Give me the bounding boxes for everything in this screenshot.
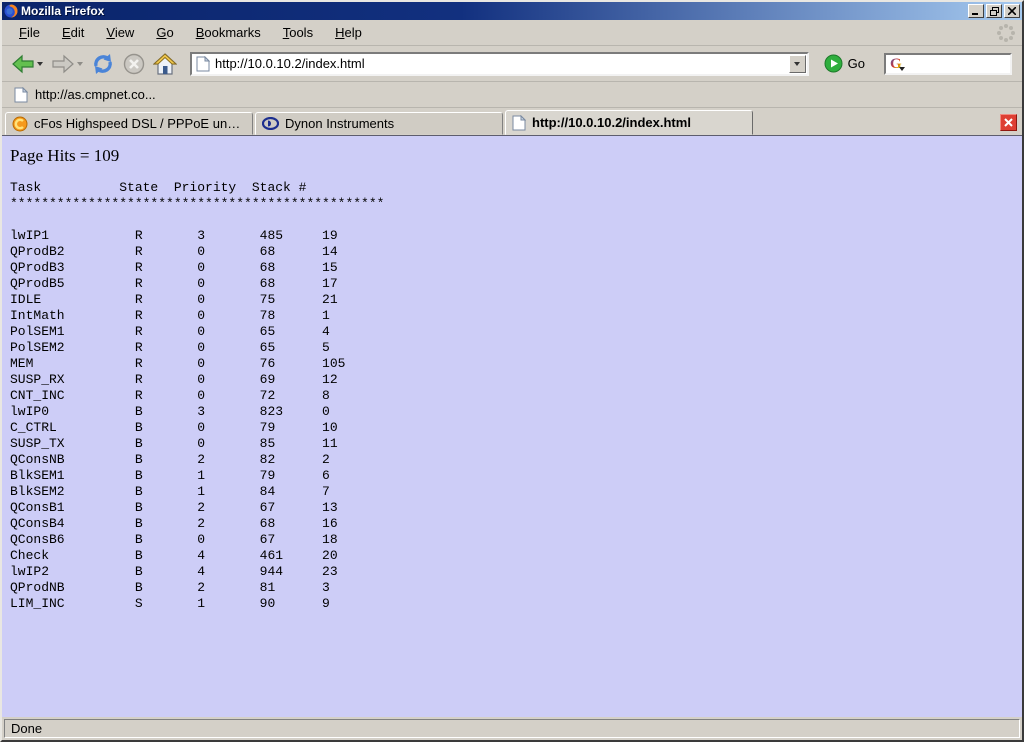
task-table: Task State Priority Stack # ************… bbox=[10, 180, 1014, 612]
menu-item-tools[interactable]: Tools bbox=[272, 22, 324, 43]
reload-icon bbox=[91, 53, 115, 75]
go-button[interactable]: Go bbox=[817, 49, 872, 79]
tab-label: cFos Highspeed DSL / PPPoE und ISDN CAP.… bbox=[34, 116, 246, 131]
dynon-favicon bbox=[262, 117, 279, 130]
search-input[interactable] bbox=[906, 57, 1010, 71]
menu-item-bookmarks[interactable]: Bookmarks bbox=[185, 22, 272, 43]
close-icon bbox=[1004, 118, 1013, 127]
page-hits-text: Page Hits = 109 bbox=[10, 146, 1014, 166]
bookmarks-bar: http://as.cmpnet.co... bbox=[2, 82, 1022, 108]
title-bar[interactable]: Mozilla Firefox bbox=[2, 2, 1022, 20]
url-input[interactable] bbox=[215, 56, 789, 71]
forward-button[interactable] bbox=[48, 49, 86, 79]
close-icon bbox=[1008, 7, 1016, 15]
menu-item-view[interactable]: View bbox=[95, 22, 145, 43]
tab-label: Dynon Instruments bbox=[285, 116, 394, 131]
go-icon bbox=[824, 54, 843, 73]
back-icon bbox=[11, 54, 35, 74]
throbber-icon bbox=[996, 23, 1016, 48]
forward-dropdown-icon[interactable] bbox=[77, 62, 83, 66]
page-icon bbox=[14, 87, 28, 103]
chevron-down-icon bbox=[794, 62, 800, 66]
go-label: Go bbox=[848, 56, 865, 71]
menu-bar: FileEditViewGoBookmarksToolsHelp bbox=[2, 20, 1022, 46]
minimize-button[interactable] bbox=[968, 4, 984, 18]
page-content: Page Hits = 109 Task State Priority Stac… bbox=[2, 136, 1022, 717]
tab-2[interactable]: Dynon Instruments bbox=[255, 112, 503, 135]
bookmark-item[interactable]: http://as.cmpnet.co... bbox=[10, 85, 160, 105]
google-icon[interactable]: G bbox=[889, 55, 906, 72]
tab-close-button[interactable] bbox=[1000, 114, 1017, 131]
menu-item-file[interactable]: File bbox=[8, 22, 51, 43]
window-title: Mozilla Firefox bbox=[21, 4, 968, 18]
tab-label: http://10.0.10.2/index.html bbox=[532, 115, 691, 130]
cfos-favicon bbox=[12, 116, 28, 132]
page-icon bbox=[512, 115, 526, 131]
status-bar: Done bbox=[2, 717, 1022, 740]
stop-icon bbox=[123, 53, 145, 75]
reload-button[interactable] bbox=[88, 49, 118, 79]
tab-bar: cFos Highspeed DSL / PPPoE und ISDN CAP.… bbox=[2, 108, 1022, 136]
bookmark-label: http://as.cmpnet.co... bbox=[35, 87, 156, 102]
url-dropdown-button[interactable] bbox=[789, 55, 806, 73]
nav-toolbar: Go G bbox=[2, 46, 1022, 82]
menu-item-edit[interactable]: Edit bbox=[51, 22, 95, 43]
home-button[interactable] bbox=[150, 49, 180, 79]
restore-button[interactable] bbox=[986, 4, 1002, 18]
tab-3-active[interactable]: http://10.0.10.2/index.html bbox=[505, 110, 753, 135]
close-button[interactable] bbox=[1004, 4, 1020, 18]
tab-1[interactable]: cFos Highspeed DSL / PPPoE und ISDN CAP.… bbox=[5, 112, 253, 135]
search-box[interactable]: G bbox=[884, 53, 1012, 75]
menu-item-go[interactable]: Go bbox=[145, 22, 184, 43]
back-dropdown-icon[interactable] bbox=[37, 62, 43, 66]
status-text: Done bbox=[4, 719, 1020, 738]
stop-button[interactable] bbox=[120, 49, 148, 79]
svg-text:G: G bbox=[890, 56, 902, 72]
back-button[interactable] bbox=[8, 49, 46, 79]
menu-item-help[interactable]: Help bbox=[324, 22, 373, 43]
page-icon bbox=[196, 56, 210, 72]
firefox-logo-icon bbox=[4, 4, 18, 18]
url-bar[interactable] bbox=[190, 52, 809, 76]
forward-icon bbox=[51, 54, 75, 74]
minimize-icon bbox=[972, 7, 980, 15]
home-icon bbox=[153, 53, 177, 75]
restore-icon bbox=[990, 7, 999, 16]
browser-window: Mozilla Firefox FileEditViewGoBookmarksT… bbox=[0, 0, 1024, 742]
